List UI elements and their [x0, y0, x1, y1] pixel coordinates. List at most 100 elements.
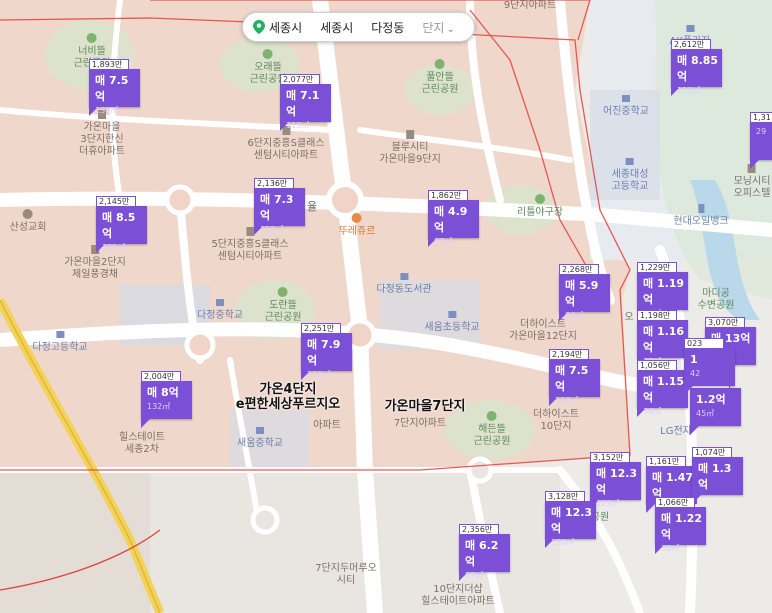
poi-hillstate-2[interactable]: 힐스테이트 세종2차	[119, 432, 165, 456]
marker-tail	[141, 419, 150, 428]
poi-madigong-park[interactable]: 마디공 수변공원	[698, 288, 735, 312]
complex-select-button[interactable]: 단지 ⌄	[422, 19, 454, 36]
price-marker[interactable]: 2,136만 매 7.3억 113㎡	[254, 178, 305, 235]
price-marker[interactable]: 3,152만 매 12.3억 129㎡	[590, 452, 641, 509]
poi-apt-10danji[interactable]: 더하이스트 10단지	[533, 409, 579, 433]
marker-price: 매 8억	[147, 386, 179, 399]
poi-partial-o[interactable]: 오	[624, 312, 633, 324]
price-marker[interactable]: 023 1 42	[684, 338, 735, 395]
marker-area: 45㎡	[696, 409, 715, 418]
region-level1-button[interactable]: 세종시	[269, 19, 302, 36]
map-canvas[interactable]: 율 너비뜰 근린공원 오래뜰 근린공원 풀안뜰 근린공원 가온마을 3단지한신 …	[0, 0, 772, 613]
poi-dajeong-middle[interactable]: 다정중학교	[197, 296, 243, 322]
poi-sanseong-church[interactable]: 산성교회	[9, 208, 47, 234]
marker-count: 3,152만	[590, 452, 630, 462]
marker-body: 매 1.22억 38㎡	[655, 507, 706, 553]
poi-dajeong-library[interactable]: 다정동도서관	[376, 270, 432, 296]
poi-apt-partial[interactable]: 아파트	[313, 420, 341, 432]
marker-body: 매 4.9억 87㎡	[428, 200, 479, 246]
poi-sejong-daesung-high[interactable]: 세종대성 고등학교	[612, 155, 648, 193]
marker-price: 매 12.3억	[551, 506, 593, 535]
poi-label: 마디공 수변공원	[697, 288, 735, 311]
marker-body: 매 12.3억 129㎡	[590, 462, 641, 508]
marker-area: 132㎡	[147, 402, 171, 411]
poi-label: 새움초등학교	[424, 322, 480, 333]
marker-count: 1,862만	[428, 190, 468, 200]
price-marker[interactable]: 1,074만 매 1.3억	[692, 447, 743, 504]
marker-count: 1,161만	[646, 456, 686, 466]
poi-label: 다정동도서관	[376, 284, 432, 295]
marker-body: 매 6.2억 87㎡	[459, 534, 510, 580]
price-marker[interactable]: 1,198만매 1.16억32㎡	[637, 310, 688, 367]
marker-price: 매 1.15억	[643, 375, 685, 404]
poi-apt-12danji[interactable]: 더하이스트 가온마을12단지	[509, 319, 577, 343]
marker-price: 매 1.16억	[643, 325, 685, 354]
marker-count: 1,066만	[655, 497, 695, 507]
marker-body: 매 1.19억32㎡	[637, 272, 688, 318]
poi-apt-9danji[interactable]: 9단지아파트	[504, 0, 556, 12]
poi-7danji-dumeoru[interactable]: 7단지두머루오 시티	[315, 563, 377, 587]
poi-saeum-middle[interactable]: 새움중학교	[237, 424, 283, 450]
marker-area: 113㎡	[260, 225, 284, 234]
price-marker[interactable]: 2,145만 매 8.5억 131㎡	[96, 196, 147, 253]
marker-count: 1,229만	[637, 262, 677, 272]
poi-haedeuntteul-park[interactable]: 해든뜰 근린공원	[474, 410, 510, 448]
poi-eojin-middle-school[interactable]: 어진중학교	[603, 92, 649, 118]
price-marker[interactable]: 1,066만 매 1.22억 38㎡	[655, 497, 706, 554]
price-marker[interactable]: 2,077만 매 7.1억 113㎡	[280, 74, 331, 131]
marker-count: 2,145만	[96, 196, 136, 206]
marker-count: 1,31	[750, 112, 772, 122]
poi-lg-electronics[interactable]: LG전자	[660, 426, 692, 438]
marker-price: 매 7.5억	[555, 364, 589, 393]
poi-label: 새움중학교	[237, 438, 283, 449]
poi-dajeong-high[interactable]: 다정고등학교	[32, 328, 88, 354]
marker-area: 29	[756, 127, 767, 136]
complex-title-7danji[interactable]: 가온마을7단지	[385, 399, 466, 414]
poi-pulantteul-park[interactable]: 풀안뜰 근린공원	[422, 58, 458, 96]
poi-apt-9danji-bluecity[interactable]: 블루시티 가온마을9단지	[379, 128, 441, 166]
marker-count: 1,893만	[89, 59, 129, 69]
poi-hyundai-oilbank[interactable]: 현대오일뱅크	[673, 202, 729, 228]
poi-10danji-thesharp[interactable]: 10단지더샵 힐스테이트아파트	[421, 584, 495, 608]
price-marker[interactable]: 2,612만 매 8.85억 112㎡	[671, 39, 722, 96]
marker-area: 42	[690, 369, 701, 378]
price-marker[interactable]: 2,251만 매 7.9억 116㎡	[301, 323, 352, 380]
price-marker[interactable]: 2,268만 매 5.9억 86㎡	[559, 264, 610, 321]
region-level2-button[interactable]: 세종시	[320, 19, 353, 36]
price-marker[interactable]: 2,356만 매 6.2억 87㎡	[459, 524, 510, 581]
marker-area: 36㎡	[643, 407, 662, 416]
poi-apt-7danji[interactable]: 7단지아파트	[394, 418, 446, 430]
marker-count: 3,128만	[545, 491, 585, 501]
poi-touslesjours[interactable]: 뚜레쥬르	[339, 212, 375, 238]
school-icon	[55, 331, 64, 338]
poi-label: 10단지더샵 힐스테이트아파트	[421, 584, 495, 607]
complex-select-label: 단지	[422, 20, 445, 35]
marker-price: 매 7.1억	[286, 89, 320, 118]
marker-body: 매 12.3억 130㎡	[545, 501, 596, 547]
marker-body: 매 8.5억 131㎡	[96, 206, 147, 252]
marker-area: 113㎡	[286, 121, 310, 130]
region-level3-button[interactable]: 다정동	[371, 19, 404, 36]
marker-area: 87㎡	[465, 571, 484, 580]
price-marker[interactable]: 1,31 29	[750, 112, 772, 169]
poi-label: 산성교회	[9, 222, 47, 233]
complex-title-4danji[interactable]: 가온4단지 e편한세상푸르지오	[236, 382, 341, 412]
price-marker[interactable]: 1,862만 매 4.9억 87㎡	[428, 190, 479, 247]
marker-count: 2,004만	[141, 371, 181, 381]
poi-dorantteul-park[interactable]: 도란뜰 근린공원	[265, 286, 301, 324]
marker-count: 2,268만	[559, 264, 599, 274]
region-breadcrumb-bar: 세종시 세종시 다정동 단지 ⌄	[242, 12, 475, 42]
price-marker[interactable]: 2,194만 매 7.5억 113㎡	[549, 349, 600, 406]
poi-label: 7단지아파트	[393, 418, 447, 429]
price-marker[interactable]: 3,128만 매 12.3억 130㎡	[545, 491, 596, 548]
park-icon	[263, 49, 273, 59]
price-marker[interactable]: 1,056만 매 1.15억 36㎡	[637, 360, 688, 417]
poi-little-baseball[interactable]: 리틀야구장	[517, 193, 563, 219]
marker-count: 1,074만	[692, 447, 732, 457]
price-marker[interactable]: 2,004만매 8억 132㎡	[141, 371, 192, 428]
marker-price: 매 4.9억	[434, 205, 468, 234]
poi-saeum-elementary[interactable]: 새움초등학교	[424, 308, 480, 334]
marker-body: 매 1.3억	[692, 457, 743, 495]
price-marker[interactable]: 1,893만 매 7.5억 131㎡	[89, 59, 140, 116]
marker-body: 매 7.9억 116㎡	[301, 333, 352, 379]
